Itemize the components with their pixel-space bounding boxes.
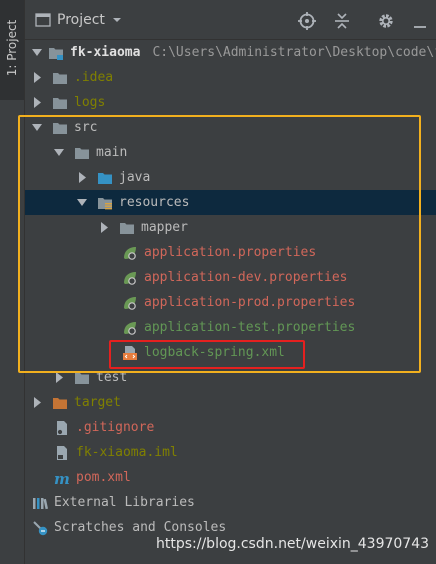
folder-label: main — [96, 145, 128, 160]
expand-arrow-open-icon[interactable] — [54, 147, 64, 158]
file-label: .gitignore — [76, 420, 155, 435]
folder-label: logs — [74, 95, 106, 110]
node-label: Scratches and Consoles — [54, 520, 227, 535]
expand-arrow-closed-icon[interactable] — [99, 222, 109, 233]
expand-arrow-closed-icon[interactable] — [32, 397, 42, 408]
tree-node-file[interactable]: application-prod.properties — [25, 290, 436, 315]
tree-node-logs[interactable]: logs — [25, 90, 436, 115]
maven-icon: m — [54, 470, 70, 486]
folder-icon — [75, 147, 89, 159]
tree-node-src[interactable]: src — [25, 115, 436, 140]
expand-arrow-closed-icon[interactable] — [32, 97, 42, 108]
file-label: application-prod.properties — [144, 295, 356, 310]
file-label: logback-spring.xml — [144, 345, 285, 360]
tree-node-mapper[interactable]: mapper — [25, 215, 436, 240]
expand-arrow-open-icon[interactable] — [77, 197, 87, 208]
root-project-name: fk-xiaoma — [70, 45, 141, 60]
tree-node-file[interactable]: application-test.properties — [25, 315, 436, 340]
expand-arrow-closed-icon[interactable] — [77, 172, 87, 183]
tree-node-file[interactable]: application.properties — [25, 240, 436, 265]
project-view-icon — [35, 13, 51, 27]
spring-properties-icon — [124, 246, 136, 260]
tree-node-gitignore[interactable]: .gitignore — [25, 415, 436, 440]
project-tree: fk-xiaoma C:\Users\Administrator\Desktop… — [25, 40, 436, 564]
tree-node-file[interactable]: logback-spring.xml — [25, 340, 436, 365]
folder-label: mapper — [141, 220, 188, 235]
watermark: https://blog.csdn.net/weixin_43970743 — [156, 536, 430, 552]
chevron-down-icon — [112, 18, 121, 22]
gitignore-file-icon — [56, 420, 67, 435]
folder-icon — [53, 72, 67, 84]
folder-label: test — [96, 370, 128, 385]
folder-label: src — [74, 120, 98, 135]
folder-icon — [53, 97, 67, 109]
tree-node-target[interactable]: target — [25, 390, 436, 415]
tree-node-root[interactable]: fk-xiaoma C:\Users\Administrator\Desktop… — [25, 40, 436, 65]
tree-node-resources[interactable]: resources — [25, 190, 436, 215]
folder-icon — [120, 222, 134, 234]
tree-node-external-libraries[interactable]: External Libraries — [25, 490, 436, 515]
tree-node-test[interactable]: test — [25, 365, 436, 390]
spring-properties-icon — [124, 271, 136, 285]
source-folder-icon — [98, 172, 112, 184]
gear-icon[interactable] — [377, 12, 395, 30]
tree-node-java[interactable]: java — [25, 165, 436, 190]
project-tool-tab-label: 1: Project — [5, 19, 19, 77]
resources-folder-icon — [98, 197, 112, 209]
view-selector[interactable]: Project — [35, 10, 123, 30]
xml-file-icon — [123, 345, 137, 360]
tree-node-idea[interactable]: .idea — [25, 65, 436, 90]
expand-arrow-open-icon[interactable] — [32, 47, 42, 58]
file-label: pom.xml — [76, 470, 131, 485]
tree-node-pom[interactable]: m pom.xml — [25, 465, 436, 490]
file-label: application-dev.properties — [144, 270, 348, 285]
expand-arrow-open-icon[interactable] — [32, 122, 42, 133]
excluded-folder-icon — [53, 397, 67, 409]
tree-node-file[interactable]: application-dev.properties — [25, 265, 436, 290]
scratches-icon — [33, 520, 48, 535]
folder-label: resources — [119, 195, 190, 210]
file-label: fk-xiaoma.iml — [76, 445, 178, 460]
file-label: application-test.properties — [144, 320, 356, 335]
node-label: External Libraries — [54, 495, 195, 510]
expand-arrow-closed-icon[interactable] — [54, 372, 64, 383]
root-project-path: C:\Users\Administrator\Desktop\code\f — [152, 45, 436, 60]
svg-text:m: m — [54, 470, 70, 486]
libraries-icon — [33, 497, 48, 509]
folder-label: java — [119, 170, 151, 185]
project-tool-tab[interactable]: 1: Project — [0, 0, 24, 100]
view-selector-label: Project — [57, 12, 105, 28]
folder-label: target — [74, 395, 121, 410]
folder-icon — [75, 372, 89, 384]
tree-node-iml[interactable]: fk-xiaoma.iml — [25, 440, 436, 465]
hide-icon[interactable] — [411, 12, 429, 30]
spring-properties-icon — [124, 296, 136, 310]
expand-arrow-closed-icon[interactable] — [32, 72, 42, 83]
collapse-all-icon[interactable] — [333, 12, 351, 30]
tool-window-strip: 1: Project — [0, 0, 25, 564]
file-label: application.properties — [144, 245, 317, 260]
folder-label: .idea — [74, 70, 114, 85]
folder-icon — [53, 122, 67, 134]
iml-file-icon — [57, 445, 67, 460]
locate-icon[interactable] — [298, 12, 316, 30]
project-toolbar: Project — [25, 0, 436, 40]
module-folder-icon — [49, 47, 63, 60]
tree-node-main[interactable]: main — [25, 140, 436, 165]
spring-properties-icon — [124, 321, 136, 335]
